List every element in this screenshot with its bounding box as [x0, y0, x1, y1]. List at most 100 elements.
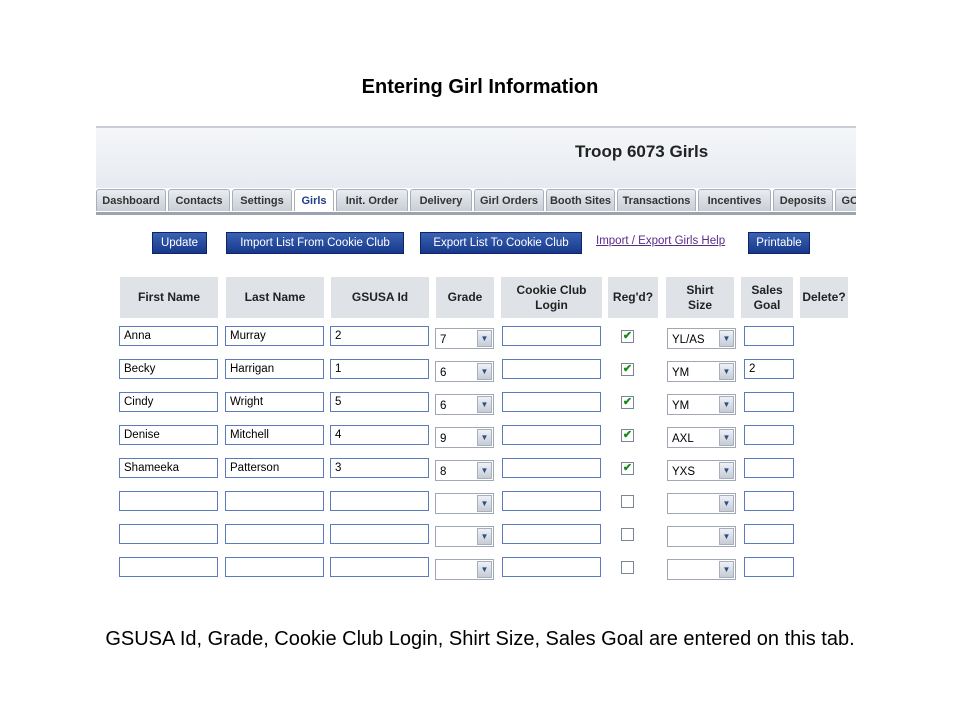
shirt-size-select[interactable]: YM ▼ [667, 394, 736, 415]
cookie-club-login-input[interactable] [502, 392, 601, 412]
first-name-input[interactable] [119, 524, 218, 544]
shirt-size-select[interactable]: YM ▼ [667, 361, 736, 382]
cookie-club-login-input[interactable] [502, 557, 601, 577]
tab-girls[interactable]: Girls [294, 189, 334, 211]
tab-transactions[interactable]: Transactions [617, 189, 696, 211]
tab-incentives[interactable]: Incentives [698, 189, 771, 211]
grade-select[interactable]: 7 ▼ [435, 328, 494, 349]
first-name-input[interactable]: Becky [119, 359, 218, 379]
tab-settings[interactable]: Settings [232, 189, 292, 211]
sales-goal-input[interactable] [744, 491, 794, 511]
shirt-size-select[interactable]: ▼ [667, 493, 736, 514]
chevron-down-icon[interactable]: ▼ [719, 495, 734, 512]
registered-checkbox[interactable] [621, 495, 634, 508]
sales-goal-input[interactable] [744, 425, 794, 445]
cookie-club-login-input[interactable] [502, 491, 601, 511]
chevron-down-icon[interactable]: ▼ [477, 528, 492, 545]
grade-select[interactable]: 6 ▼ [435, 361, 494, 382]
tab-deposits[interactable]: Deposits [773, 189, 833, 211]
last-name-input[interactable]: Patterson [225, 458, 324, 478]
sales-goal-input[interactable] [744, 458, 794, 478]
registered-checkbox[interactable]: ✔ [621, 330, 634, 343]
chevron-down-icon[interactable]: ▼ [477, 495, 492, 512]
grade-select[interactable]: 9 ▼ [435, 427, 494, 448]
first-name-input[interactable] [119, 491, 218, 511]
cookie-club-login-input[interactable] [502, 425, 601, 445]
registered-checkbox[interactable]: ✔ [621, 363, 634, 376]
shirt-size-select[interactable]: YXS ▼ [667, 460, 736, 481]
gsusa-id-input[interactable] [330, 557, 429, 577]
last-name-input[interactable]: Harrigan [225, 359, 324, 379]
chevron-down-icon[interactable]: ▼ [477, 462, 492, 479]
grade-select[interactable]: ▼ [435, 559, 494, 580]
tab-booth-sites[interactable]: Booth Sites [546, 189, 615, 211]
shirt-size-select[interactable]: YL/AS ▼ [667, 328, 736, 349]
sales-goal-input[interactable] [744, 392, 794, 412]
import-list-button[interactable]: Import List From Cookie Club [226, 232, 404, 254]
chevron-down-icon[interactable]: ▼ [477, 330, 492, 347]
shirt-size-select[interactable]: AXL ▼ [667, 427, 736, 448]
cookie-club-login-input[interactable] [502, 458, 601, 478]
shirt-size-select[interactable]: ▼ [667, 559, 736, 580]
page-header: Troop 6073 Girls [96, 126, 856, 190]
gsusa-id-input[interactable]: 5 [330, 392, 429, 412]
tab-init-order[interactable]: Init. Order [336, 189, 408, 211]
grade-select[interactable]: 8 ▼ [435, 460, 494, 481]
export-list-button[interactable]: Export List To Cookie Club [420, 232, 582, 254]
registered-checkbox[interactable] [621, 561, 634, 574]
first-name-input[interactable]: Cindy [119, 392, 218, 412]
grade-select[interactable]: ▼ [435, 493, 494, 514]
grade-select[interactable]: ▼ [435, 526, 494, 547]
gsusa-id-input[interactable]: 2 [330, 326, 429, 346]
last-name-input[interactable]: Wright [225, 392, 324, 412]
last-name-input[interactable]: Mitchell [225, 425, 324, 445]
last-name-input[interactable] [225, 524, 324, 544]
registered-checkbox[interactable]: ✔ [621, 396, 634, 409]
tab-bar: Dashboard Contacts Settings Girls Init. Orde… [96, 188, 856, 215]
last-name-input[interactable]: Murray [225, 326, 324, 346]
chevron-down-icon[interactable]: ▼ [477, 396, 492, 413]
chevron-down-icon[interactable]: ▼ [719, 561, 734, 578]
chevron-down-icon[interactable]: ▼ [719, 528, 734, 545]
cookie-club-login-input[interactable] [502, 524, 601, 544]
last-name-input[interactable] [225, 557, 324, 577]
first-name-input[interactable]: Anna [119, 326, 218, 346]
import-export-help-link[interactable]: Import / Export Girls Help [596, 235, 725, 247]
gsusa-id-input[interactable] [330, 524, 429, 544]
registered-checkbox[interactable]: ✔ [621, 429, 634, 442]
registered-checkbox[interactable]: ✔ [621, 462, 634, 475]
grade-select[interactable]: 6 ▼ [435, 394, 494, 415]
gsusa-id-input[interactable]: 1 [330, 359, 429, 379]
first-name-input[interactable]: Shameeka [119, 458, 218, 478]
cookie-club-login-input[interactable] [502, 326, 601, 346]
first-name-input[interactable] [119, 557, 218, 577]
sales-goal-input[interactable] [744, 524, 794, 544]
chevron-down-icon[interactable]: ▼ [719, 462, 734, 479]
gsusa-id-input[interactable]: 3 [330, 458, 429, 478]
chevron-down-icon[interactable]: ▼ [719, 429, 734, 446]
gsusa-id-input[interactable] [330, 491, 429, 511]
registered-checkbox[interactable] [621, 528, 634, 541]
tab-girl-orders[interactable]: Girl Orders [474, 189, 544, 211]
sales-goal-input[interactable] [744, 557, 794, 577]
tab-go[interactable]: GO [835, 189, 856, 211]
chevron-down-icon[interactable]: ▼ [477, 561, 492, 578]
chevron-down-icon[interactable]: ▼ [719, 396, 734, 413]
chevron-down-icon[interactable]: ▼ [477, 429, 492, 446]
sales-goal-input[interactable] [744, 326, 794, 346]
chevron-down-icon[interactable]: ▼ [719, 330, 734, 347]
last-name-input[interactable] [225, 491, 324, 511]
tab-contacts[interactable]: Contacts [168, 189, 230, 211]
cookie-club-login-input[interactable] [502, 359, 601, 379]
printable-button[interactable]: Printable [748, 232, 810, 254]
gsusa-id-input[interactable]: 4 [330, 425, 429, 445]
column-header-delete: Delete? [800, 277, 848, 318]
chevron-down-icon[interactable]: ▼ [477, 363, 492, 380]
first-name-input[interactable]: Denise [119, 425, 218, 445]
tab-delivery[interactable]: Delivery [410, 189, 472, 211]
sales-goal-input[interactable]: 2 [744, 359, 794, 379]
chevron-down-icon[interactable]: ▼ [719, 363, 734, 380]
shirt-size-select[interactable]: ▼ [667, 526, 736, 547]
tab-dashboard[interactable]: Dashboard [96, 189, 166, 211]
update-button[interactable]: Update [152, 232, 207, 254]
